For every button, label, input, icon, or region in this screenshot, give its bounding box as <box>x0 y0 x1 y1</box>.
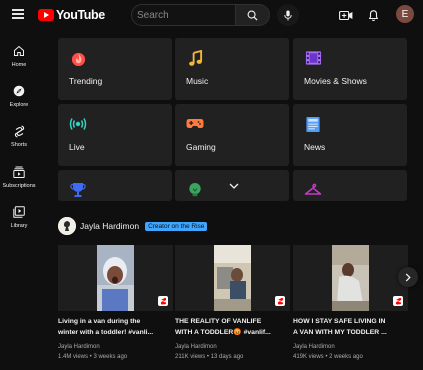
search-icon <box>247 10 258 21</box>
video-channel[interactable]: Jayla Hardimon <box>58 344 100 350</box>
video-card[interactable]: HOW I STAY SAFE LIVING IN A VAN WITH MY … <box>293 245 408 370</box>
sidebar-item-shorts[interactable]: Shorts <box>0 120 38 158</box>
video-thumbnail[interactable] <box>58 245 173 311</box>
video-thumbnail[interactable] <box>293 245 408 311</box>
sidebar-item-explore[interactable]: Explore <box>0 80 38 118</box>
category-sports[interactable] <box>58 170 172 201</box>
voice-search-button[interactable] <box>277 4 299 26</box>
creator-avatar[interactable] <box>58 217 76 235</box>
video-channel[interactable]: Jayla Hardimon <box>293 344 335 350</box>
play-logo-icon <box>38 9 54 21</box>
thumbnail-image <box>58 245 173 311</box>
category-label: News <box>304 142 326 152</box>
shorts-badge-icon <box>158 296 168 306</box>
sidebar-item-subscriptions[interactable]: Subscriptions <box>0 161 38 199</box>
shorts-icon <box>14 124 24 138</box>
category-label: Trending <box>69 76 103 86</box>
library-icon <box>13 206 25 218</box>
category-trending[interactable]: Trending <box>58 38 172 100</box>
video-camera-plus-icon <box>339 10 353 20</box>
expand-categories-button[interactable] <box>227 180 241 192</box>
creator-name[interactable]: Jayla Hardimon <box>80 221 139 231</box>
video-card[interactable]: THE REALITY OF VANLIFE WITH A TODDLER😡 #… <box>175 245 290 370</box>
sidebar-item-label: Library <box>10 223 28 229</box>
sidebar-item-label: Explore <box>9 102 29 108</box>
video-title[interactable]: THE REALITY OF VANLIFE WITH A TODDLER😡 #… <box>175 316 287 338</box>
notifications-button[interactable] <box>365 7 381 23</box>
menu-icon[interactable] <box>12 9 24 19</box>
next-videos-button[interactable] <box>398 267 418 287</box>
video-channel[interactable]: Jayla Hardimon <box>175 344 217 350</box>
creator-avatar-image <box>58 217 76 235</box>
music-note-icon <box>188 49 202 66</box>
video-title[interactable]: Living in a van during the winter with a… <box>58 316 170 338</box>
bell-icon <box>368 9 378 21</box>
sidebar: Home Explore Shorts Subscriptions Librar… <box>0 30 38 370</box>
video-meta: 419K views • 2 weeks ago <box>293 354 363 360</box>
shorts-badge-icon <box>393 296 403 306</box>
search-input[interactable] <box>131 4 236 26</box>
game-controller-icon <box>186 119 204 128</box>
category-live[interactable]: Live <box>58 104 172 166</box>
logo-text: YouTube <box>56 8 105 22</box>
sidebar-item-label: Home <box>11 62 27 68</box>
top-bar: YouTube E <box>0 0 423 30</box>
sidebar-item-label: Shorts <box>11 142 27 148</box>
category-label: Movies & Shows <box>304 76 367 86</box>
category-gaming[interactable]: Gaming <box>175 104 289 166</box>
creator-header: Jayla Hardimon Creator on the Rise <box>58 217 208 235</box>
trophy-icon <box>70 183 86 197</box>
category-label: Live <box>69 142 85 152</box>
chevron-right-icon <box>405 272 411 282</box>
category-news[interactable]: News <box>293 104 407 166</box>
video-title[interactable]: HOW I STAY SAFE LIVING IN A VAN WITH MY … <box>293 316 405 338</box>
video-card[interactable]: Living in a van during the winter with a… <box>58 245 173 370</box>
sidebar-item-label: Subscriptions <box>2 183 36 189</box>
film-strip-icon <box>305 51 321 65</box>
category-movies-shows[interactable]: Movies & Shows <box>293 38 407 100</box>
video-meta: 1.4M views • 3 weeks ago <box>58 354 128 360</box>
create-video-button[interactable] <box>338 7 354 23</box>
video-thumbnail[interactable] <box>175 245 290 311</box>
youtube-logo[interactable]: YouTube <box>38 8 105 22</box>
category-fashion-beauty[interactable] <box>293 170 407 201</box>
flame-icon <box>71 52 85 66</box>
live-broadcast-icon <box>69 118 87 130</box>
category-label: Music <box>186 76 209 86</box>
category-label: Gaming <box>186 142 216 152</box>
video-meta: 211K views • 13 days ago <box>175 354 244 360</box>
sidebar-item-home[interactable]: Home <box>0 40 38 78</box>
shorts-badge-icon <box>275 296 285 306</box>
home-icon <box>14 45 24 56</box>
microphone-icon <box>284 9 292 21</box>
thumbnail-image <box>293 245 408 311</box>
lightbulb-icon <box>189 182 201 196</box>
creator-badge: Creator on the Rise <box>145 221 208 231</box>
subscriptions-icon <box>13 166 25 178</box>
compass-icon <box>13 85 25 97</box>
newspaper-icon <box>306 116 320 132</box>
account-avatar[interactable]: E <box>396 5 414 23</box>
thumbnail-image <box>175 245 290 311</box>
sidebar-item-library[interactable]: Library <box>0 201 38 239</box>
chevron-down-icon <box>229 183 239 189</box>
search-button[interactable] <box>236 4 270 26</box>
category-music[interactable]: Music <box>175 38 289 100</box>
hanger-icon <box>304 183 322 195</box>
